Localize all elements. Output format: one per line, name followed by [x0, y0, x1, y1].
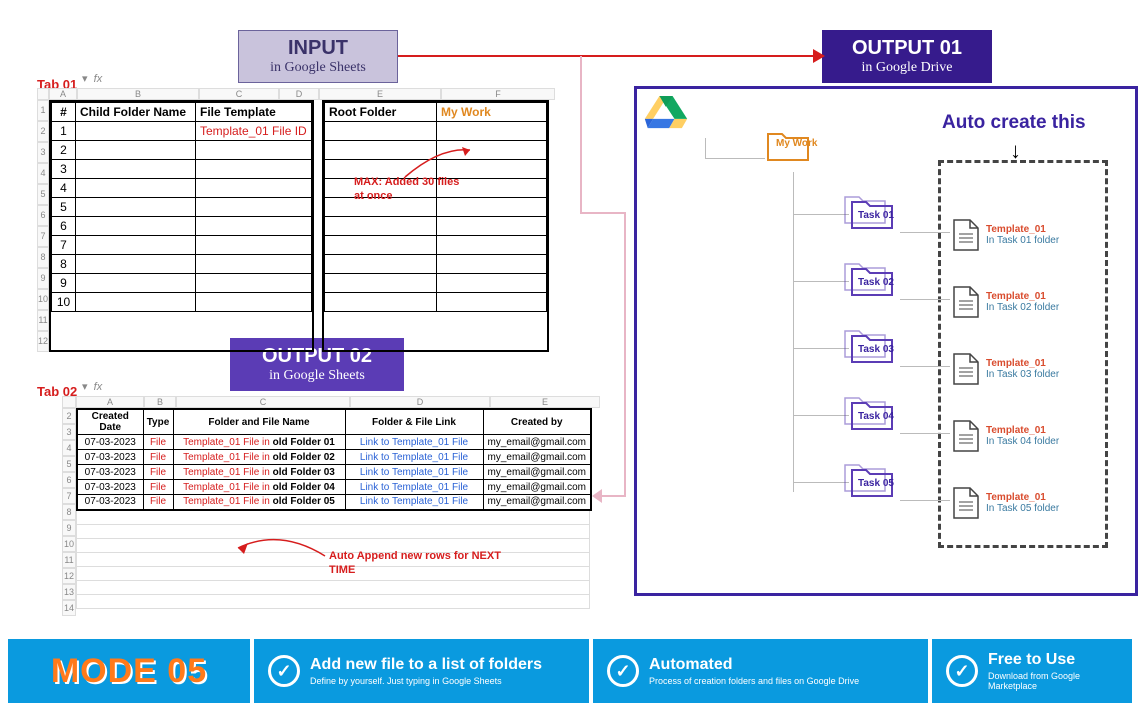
file-item: Template_01In Task 04 folder: [952, 419, 1059, 453]
input-spreadsheet: A B C D E F 123456789101112 #Child Folde…: [37, 88, 555, 352]
file-item: Template_01In Task 01 folder: [952, 218, 1059, 252]
folder-task-back: [843, 392, 887, 428]
folder-task-back: [843, 191, 887, 227]
arrow-input-to-output1: [398, 55, 813, 57]
curved-arrow-mywork: [400, 142, 480, 182]
input-label-small: in Google Sheets: [257, 60, 379, 76]
check-icon: [607, 655, 639, 687]
input-label-box: INPUT in Google Sheets: [238, 30, 398, 83]
output2-spreadsheet: A B C D E 234567891011121314 Created Dat…: [62, 396, 600, 616]
tbl1-row-gutter: 123456789101112: [37, 100, 49, 352]
output1-label-big: OUTPUT 01: [841, 37, 973, 60]
file-icon: [952, 352, 980, 386]
file-icon: [952, 285, 980, 319]
file-icon: [952, 486, 980, 520]
feature-2: AutomatedProcess of creation folders and…: [593, 639, 928, 703]
folder-mywork-label: My Work: [776, 138, 818, 149]
formula-bar-2: ▾ fx: [82, 380, 102, 393]
curved-arrow-append: [230, 518, 330, 563]
tbl1-right-block: Root FolderMy Work: [322, 100, 549, 352]
output1-label-box: OUTPUT 01 in Google Drive: [822, 30, 992, 83]
pink-arrow-h2: [598, 495, 626, 497]
tbl2-row-gutter: 234567891011121314: [62, 408, 76, 616]
file-icon: [952, 218, 980, 252]
check-icon: [268, 655, 300, 687]
feature-1: Add new file to a list of foldersDefine …: [254, 639, 589, 703]
arrow-head-right: [813, 49, 825, 63]
feature-3: Free to UseDownload from Google Marketpl…: [932, 639, 1132, 703]
output2-label-small: in Google Sheets: [249, 368, 385, 384]
output1-label-small: in Google Drive: [841, 60, 973, 76]
tbl1-col-headers: A B C D E F: [37, 88, 555, 100]
google-drive-icon: [644, 96, 688, 134]
file-item: Template_01In Task 02 folder: [952, 285, 1059, 319]
pink-arrow-h1: [580, 212, 626, 214]
autocreate-label: Auto create this: [942, 112, 1086, 134]
pink-arrow-v1: [580, 56, 582, 212]
bottom-banner: MODE 05 Add new file to a list of folder…: [8, 639, 1132, 703]
tbl2-table: Created DateTypeFolder and File NameFold…: [76, 408, 592, 511]
formula-bar-1: ▾ fx: [82, 72, 102, 85]
input-label-big: INPUT: [257, 37, 379, 60]
pink-arrow-v2: [624, 212, 626, 496]
tbl1-left-block: #Child Folder NameFile Template 1Templat…: [49, 100, 314, 352]
check-icon: [946, 655, 978, 687]
tbl2-col-headers: A B C D E: [62, 396, 600, 408]
mode-badge: MODE 05: [8, 639, 250, 703]
file-icon: [952, 419, 980, 453]
folder-task-back: [843, 459, 887, 495]
file-item: Template_01In Task 03 folder: [952, 352, 1059, 386]
file-item: Template_01In Task 05 folder: [952, 486, 1059, 520]
annotation-auto-append: Auto Append new rows for NEXT TIME: [329, 549, 509, 578]
folder-task-back: [843, 325, 887, 361]
folder-task-back: [843, 258, 887, 294]
